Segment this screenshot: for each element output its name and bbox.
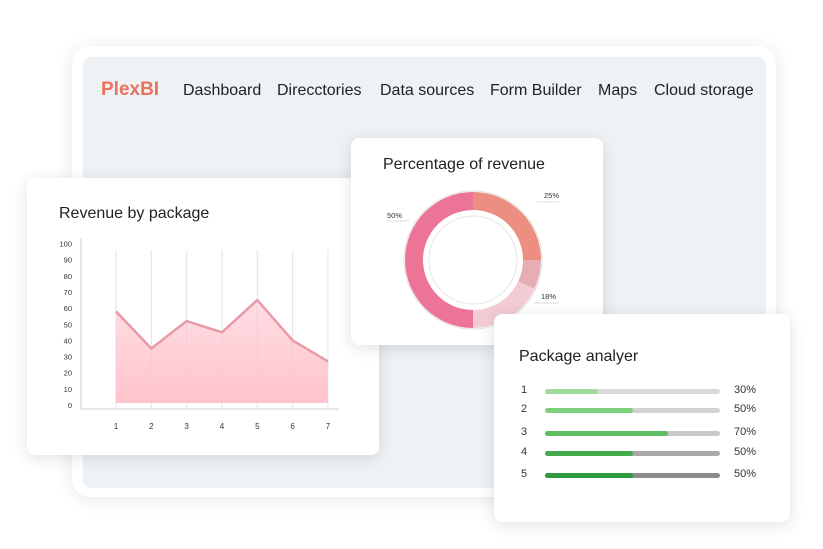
slice-label: 18% <box>541 292 556 301</box>
package-row: 4 50% <box>494 446 790 462</box>
progress-fill <box>545 431 668 436</box>
progress-track <box>545 431 720 436</box>
nav-form-builder[interactable]: Form Builder <box>490 82 582 100</box>
progress-fill <box>545 473 633 478</box>
nav-maps[interactable]: Maps <box>598 82 637 100</box>
package-row: 3 70% <box>494 426 790 442</box>
y-tick-label: 20 <box>64 369 72 378</box>
y-tick-label: 90 <box>64 256 72 265</box>
progress-track <box>545 389 720 394</box>
y-tick-label: 70 <box>64 288 72 297</box>
package-percent: 50% <box>734 446 757 458</box>
y-tick-label: 80 <box>64 272 72 281</box>
package-percent: 50% <box>734 403 757 415</box>
nav-dashboard[interactable]: Dashboard <box>183 82 261 100</box>
package-percent: 70% <box>734 426 757 438</box>
package-index: 1 <box>521 384 528 396</box>
slice-label: 25% <box>544 191 559 200</box>
progress-fill <box>545 389 598 394</box>
package-percent: 30% <box>734 384 757 396</box>
progress-track <box>545 473 720 478</box>
donut-slice <box>473 192 541 260</box>
x-tick-label: 4 <box>220 422 225 431</box>
nav-cloud-storage[interactable]: Cloud storage <box>654 82 754 100</box>
y-tick-label: 10 <box>64 385 72 394</box>
package-row: 2 50% <box>494 403 790 419</box>
progress-fill <box>545 408 633 413</box>
nav-data-sources[interactable]: Data sources <box>380 82 474 100</box>
y-tick-label: 0 <box>68 401 72 410</box>
y-tick-label: 60 <box>64 304 72 313</box>
progress-track <box>545 451 720 456</box>
package-index: 5 <box>521 468 528 480</box>
y-tick-label: 50 <box>64 320 72 329</box>
x-tick-label: 1 <box>114 422 119 431</box>
analyzer-card: Package analyer 1 30% 2 50% 3 70% 4 50% … <box>494 314 790 522</box>
revenue-card: Revenue by package 1 2 3 4 5 6 7 0 10 20 30 40 50 60 7… <box>27 178 379 455</box>
package-row: 5 50% <box>494 468 790 484</box>
donut-slice <box>405 192 473 328</box>
package-row: 1 30% <box>494 384 790 400</box>
progress-track <box>545 408 720 413</box>
donut-outline <box>403 190 543 330</box>
nav-directories[interactable]: Direcctories <box>277 82 361 100</box>
slice-label: 50% <box>387 211 402 220</box>
x-tick-label: 3 <box>184 422 189 431</box>
package-index: 3 <box>521 426 528 438</box>
x-tick-label: 6 <box>290 422 295 431</box>
package-percent: 50% <box>734 468 757 480</box>
x-tick-label: 7 <box>326 422 331 431</box>
y-tick-label: 40 <box>64 336 72 345</box>
revenue-area-chart: 1 2 3 4 5 6 70102030405060708090100 <box>59 238 339 431</box>
progress-fill <box>545 451 633 456</box>
analyzer-card-title: Package analyer <box>519 348 639 365</box>
package-index: 4 <box>521 446 528 458</box>
y-tick-label: 100 <box>59 240 72 249</box>
package-index: 2 <box>521 403 528 415</box>
x-tick-label: 5 <box>255 422 260 431</box>
x-tick-label: 2 <box>149 422 154 431</box>
y-tick-label: 30 <box>64 353 72 362</box>
brand-logo[interactable]: PlexBI <box>101 79 159 101</box>
donut-inner-outline <box>428 215 518 305</box>
